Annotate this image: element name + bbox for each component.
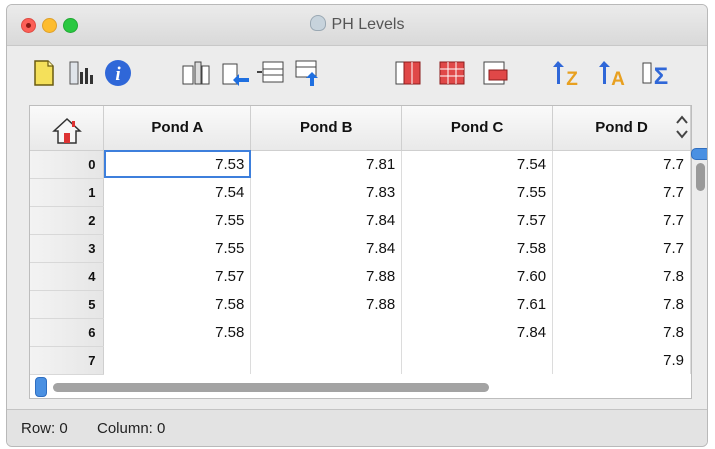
table-row: 4 7.57 7.88 7.60 7.8 [30, 262, 691, 291]
row-header[interactable]: 0 [30, 150, 105, 179]
table-row: 0 7.53 7.81 7.54 7.7 [30, 150, 691, 179]
row-header[interactable]: 2 [30, 206, 105, 235]
table-cell[interactable]: 7.8 [552, 318, 691, 346]
horizontal-scrollbar-thumb[interactable] [53, 383, 489, 392]
table-cell[interactable]: 7.84 [250, 234, 403, 262]
title-bar: PH Levels [7, 5, 707, 46]
table-cell[interactable]: 7.84 [401, 318, 554, 346]
table-cell[interactable]: 7.61 [401, 290, 554, 318]
column-header[interactable]: Pond A [103, 106, 252, 151]
table-cell[interactable]: 7.58 [401, 234, 554, 262]
row-header[interactable]: 1 [30, 178, 105, 207]
app-window: PH Levels i Z A Σ Pond A Pond B Pond C P… [6, 4, 708, 447]
move-column-left-icon[interactable] [221, 58, 251, 88]
column-header[interactable]: Pond D [552, 106, 691, 151]
table-row: 6 7.58 7.84 7.8 [30, 318, 691, 347]
table-cell[interactable]: 7.8 [552, 262, 691, 290]
table-cell[interactable]: 7.7 [552, 178, 691, 206]
table-cell[interactable]: 7.7 [552, 234, 691, 262]
table-cell[interactable]: 7.55 [103, 234, 252, 262]
home-icon [51, 117, 82, 144]
column-header[interactable]: Pond B [250, 106, 403, 151]
svg-text:A: A [611, 69, 625, 88]
status-row: Row: 0 [21, 420, 68, 437]
table-cell[interactable]: 7.54 [103, 178, 252, 206]
app-icon [309, 15, 326, 31]
table-cell[interactable] [103, 346, 252, 374]
vertical-scroll-handle[interactable] [691, 148, 707, 160]
window-title-text: PH Levels [331, 16, 405, 33]
table-cell[interactable]: 7.7 [552, 206, 691, 234]
svg-text:i: i [115, 64, 121, 85]
data-grid[interactable]: Pond A Pond B Pond C Pond D 0 7.53 7.81 … [29, 105, 692, 399]
table-cell[interactable]: 7.88 [250, 290, 403, 318]
sort-z-icon[interactable]: Z [553, 58, 583, 88]
table-cell[interactable]: 7.58 [103, 290, 252, 318]
table-row: 1 7.54 7.83 7.55 7.7 [30, 178, 691, 207]
table-cell[interactable]: 7.57 [103, 262, 252, 290]
vertical-scrollbar-thumb[interactable] [696, 163, 705, 191]
vertical-scroll-arrows[interactable] [673, 109, 691, 145]
window-title: PH Levels [7, 15, 707, 34]
table-row: 3 7.55 7.84 7.58 7.7 [30, 234, 691, 263]
row-header[interactable]: 5 [30, 290, 105, 319]
table-cell[interactable]: 7.88 [250, 262, 403, 290]
select-rows-icon[interactable] [481, 58, 511, 88]
move-row-down-icon[interactable] [293, 58, 323, 88]
table-cell[interactable]: 7.55 [103, 206, 252, 234]
table-cell[interactable]: 7.54 [401, 150, 554, 178]
horizontal-scroll-handle[interactable] [35, 377, 47, 397]
table-cell[interactable]: 7.60 [401, 262, 554, 290]
select-columns-icon[interactable] [393, 58, 423, 88]
table-cell[interactable] [250, 346, 403, 374]
table-cell[interactable]: 7.83 [250, 178, 403, 206]
table-cell[interactable]: 7.84 [250, 206, 403, 234]
chart-icon[interactable] [67, 58, 97, 88]
sum-icon[interactable]: Σ [641, 58, 671, 88]
svg-text:Z: Z [566, 69, 578, 88]
row-header[interactable]: 4 [30, 262, 105, 291]
data-table: Pond A Pond B Pond C Pond D 0 7.53 7.81 … [30, 106, 691, 375]
table-cell[interactable] [401, 346, 554, 374]
status-column: Column: 0 [97, 420, 166, 437]
table-cell[interactable]: 7.7 [552, 150, 691, 178]
chevron-up-down-icon [676, 115, 688, 139]
table-cell[interactable]: 7.8 [552, 290, 691, 318]
table-row: 5 7.58 7.88 7.61 7.8 [30, 290, 691, 319]
table-cell[interactable]: 7.53 [103, 150, 252, 178]
table-cell[interactable]: 7.55 [401, 178, 554, 206]
sort-a-icon[interactable]: A [599, 58, 629, 88]
grid-corner[interactable] [30, 106, 105, 151]
new-icon[interactable] [29, 58, 59, 88]
table-row: 2 7.55 7.84 7.57 7.7 [30, 206, 691, 235]
insert-column-icon[interactable] [181, 58, 211, 88]
table-cell[interactable]: 7.57 [401, 206, 554, 234]
table-cell[interactable]: 7.81 [250, 150, 403, 178]
select-grid-icon[interactable] [437, 58, 467, 88]
table-row: 7 7.9 [30, 346, 691, 375]
row-header[interactable]: 7 [30, 346, 105, 375]
toolbar: i Z A Σ [7, 46, 707, 102]
table-cell[interactable] [250, 318, 403, 346]
column-header[interactable]: Pond C [401, 106, 554, 151]
status-bar: Row: 0 Column: 0 [7, 409, 707, 446]
insert-row-icon[interactable] [255, 58, 285, 88]
svg-text:Σ: Σ [654, 63, 668, 88]
table-cell[interactable]: 7.58 [103, 318, 252, 346]
info-icon[interactable]: i [103, 58, 133, 88]
table-cell[interactable]: 7.9 [552, 346, 691, 374]
row-header[interactable]: 6 [30, 318, 105, 347]
row-header[interactable]: 3 [30, 234, 105, 263]
